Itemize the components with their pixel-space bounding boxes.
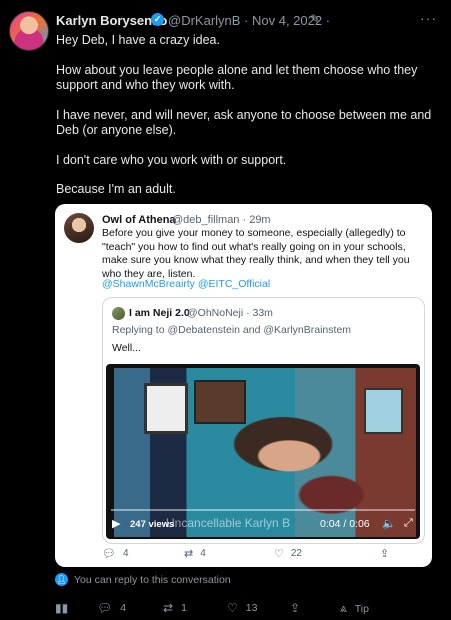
- reply-count: 4: [120, 602, 127, 614]
- share-icon: ⇪: [380, 548, 390, 560]
- analytics-button[interactable]: ▮▮: [55, 601, 68, 615]
- nested-quoted-tweet[interactable]: I am Neji 2.0 @OhNoNeji · 33m Replying t…: [102, 297, 425, 544]
- quote-handle-time[interactable]: @deb_fillman · 29m: [172, 214, 271, 226]
- tweet-paragraph: Because I'm an adult.: [56, 182, 176, 196]
- tweet-paragraph: Hey Deb, I have a crazy idea.: [56, 33, 220, 47]
- wall-painting: [194, 380, 246, 424]
- video-player[interactable]: ▶ 247 views Uncancellable Karlyn B 0:04 …: [106, 364, 420, 539]
- quote-reply-count: 4: [122, 548, 129, 559]
- play-icon[interactable]: ▶: [112, 517, 120, 530]
- share-button[interactable]: ⇪: [290, 601, 300, 615]
- like-count: 13: [245, 602, 258, 614]
- tweet-paragraph: I have never, and will never, ask anyone…: [56, 107, 432, 138]
- author-handle-date[interactable]: @DrKarlynB · Nov 4, 2022 ·: [168, 13, 330, 28]
- video-frame: [114, 368, 416, 537]
- quote-reply-button[interactable]: 💬︎ 4: [102, 547, 129, 560]
- tip-label: Tip: [354, 602, 369, 615]
- quote-retweet-count: 4: [200, 548, 206, 559]
- share-icon: ⇪: [290, 601, 301, 615]
- quote-like-button[interactable]: ♡ 22: [274, 547, 302, 560]
- analytics-icon: ▮▮: [55, 601, 69, 615]
- reply-icon: 💬︎: [97, 601, 113, 615]
- quote-author-name[interactable]: Owl of Athena: [102, 214, 176, 226]
- inner-handle-time[interactable]: @OhNoNeji · 33m: [187, 307, 273, 319]
- volume-icon[interactable]: 🔈: [382, 517, 396, 530]
- quote-retweet-button[interactable]: ⇄ 4: [184, 547, 206, 560]
- author-avatar[interactable]: [9, 11, 49, 51]
- replying-to-line: Replying to @Debatenstein and @KarlynBra…: [112, 324, 351, 336]
- replying-to-prefix: Replying to: [112, 324, 165, 336]
- wall-painting: [364, 388, 403, 434]
- tip-button[interactable]: ⩓ Tip: [340, 601, 369, 616]
- quote-author-avatar[interactable]: [64, 213, 94, 243]
- video-progress-bar[interactable]: [111, 509, 415, 511]
- quote-share-button[interactable]: ⇪: [380, 547, 389, 560]
- replying-to-users[interactable]: @Debatenstein and @KarlynBrainstem: [167, 324, 351, 336]
- quote-text: Before you give your money to someone, e…: [102, 227, 410, 280]
- like-button[interactable]: ♡ 13: [227, 601, 257, 615]
- reply-restriction-note: 👤︎ You can reply to this conversation: [55, 573, 231, 586]
- retweet-button[interactable]: ⇄ 1: [163, 601, 187, 615]
- quote-like-count: 22: [290, 548, 302, 559]
- heart-icon: ♡: [274, 548, 284, 560]
- retweet-icon: ⇄: [163, 601, 174, 615]
- verified-badge-icon: ✓: [151, 13, 164, 26]
- inner-author-name[interactable]: I am Neji 2.0: [129, 307, 190, 319]
- tweet-paragraph: I don't care who you work with or suppor…: [56, 152, 287, 167]
- edit-pencil-icon: ✎: [310, 12, 321, 26]
- tweet-text: Hey Deb, I have a crazy idea. How about …: [56, 33, 436, 198]
- video-time: 0:04 / 0:06: [320, 518, 370, 530]
- inner-author-avatar[interactable]: [112, 307, 125, 320]
- wall-painting: [144, 383, 188, 434]
- more-options-icon[interactable]: ···: [420, 10, 437, 26]
- tweet-paragraph: How about you leave people alone and let…: [56, 62, 418, 93]
- retweet-icon: ⇄: [184, 548, 194, 560]
- retweet-count: 1: [181, 602, 187, 614]
- fullscreen-icon[interactable]: ⤢: [404, 517, 413, 530]
- inner-tweet-text: Well...: [112, 342, 141, 354]
- reply-restriction-text: You can reply to this conversation: [74, 573, 231, 586]
- reply-button[interactable]: 💬︎ 4: [97, 601, 126, 615]
- reply-icon: 💬︎: [102, 548, 116, 560]
- heart-icon: ♡: [227, 601, 238, 615]
- quoted-tweet-card[interactable]: Owl of Athena @deb_fillman · 29m Before …: [55, 204, 432, 567]
- people-icon: 👤︎: [55, 573, 68, 586]
- tip-icon: ⩓: [340, 601, 347, 615]
- quote-mention-links[interactable]: @ShawnMcBreairty @EITC_Official: [102, 278, 270, 290]
- video-watermark-caption: Uncancellable Karlyn B: [166, 516, 291, 530]
